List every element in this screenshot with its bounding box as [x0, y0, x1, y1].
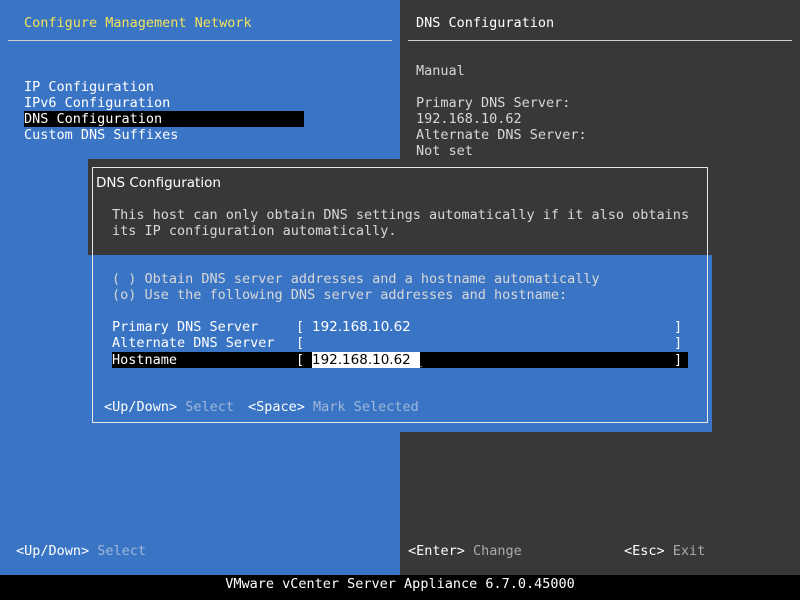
status-bar-text: VMware vCenter Server Appliance 6.7.0.45…: [225, 576, 575, 592]
change-action: Change: [473, 543, 522, 559]
select-action: Select: [97, 543, 147, 559]
alternate-dns-value: Not set: [416, 143, 473, 159]
left-panel-title: Configure Management Network: [24, 15, 252, 31]
left-footer-hint: <Up/Down> Select: [16, 543, 146, 559]
bracket-close: ]: [674, 319, 683, 335]
alternate-dns-label: Alternate DNS Server:: [416, 127, 587, 143]
alternate-dns-input[interactable]: [312, 335, 332, 351]
dialog-hint-mark: <Space> Mark Selected: [248, 399, 419, 415]
primary-dns-value: 192.168.10.62: [416, 111, 522, 127]
bracket-open: [: [296, 319, 305, 335]
dns-mode: Manual: [416, 63, 465, 79]
right-header-divider: [408, 40, 792, 41]
enter-change-hint[interactable]: <Enter> Change: [408, 543, 522, 559]
text-cursor: _: [414, 352, 423, 368]
menu-item-ipv6-configuration[interactable]: IPv6 Configuration: [24, 95, 304, 111]
dialog-description-line1: This host can only obtain DNS settings a…: [112, 207, 690, 223]
hostname-input[interactable]: 192.168.10.62: [312, 352, 411, 368]
primary-dns-field-label: Primary DNS Server: [112, 319, 259, 335]
bracket-open: [: [296, 335, 305, 351]
enter-key: <Enter>: [408, 543, 465, 559]
esc-exit-hint[interactable]: <Esc> Exit: [624, 543, 705, 559]
bracket-open: [: [296, 352, 305, 368]
menu-item-custom-dns-suffixes[interactable]: Custom DNS Suffixes: [24, 127, 304, 143]
dialog-hint-select: <Up/Down> Select: [104, 399, 234, 415]
radio-use-following[interactable]: (o) Use the following DNS server address…: [112, 287, 567, 303]
exit-action: Exit: [672, 543, 706, 559]
menu-item-ip-configuration[interactable]: IP Configuration: [24, 79, 304, 95]
left-header-divider: [8, 40, 392, 41]
dialog-title: DNS Configuration: [96, 175, 221, 191]
mark-selected-action: Mark Selected: [313, 399, 419, 415]
bracket-close: ]: [674, 352, 683, 368]
primary-dns-label: Primary DNS Server:: [416, 95, 571, 111]
hostname-field-label: Hostname: [112, 352, 178, 368]
alternate-dns-field-label: Alternate DNS Server: [112, 335, 275, 351]
menu-item-dns-configuration[interactable]: DNS Configuration: [24, 111, 304, 127]
select-action: Select: [185, 399, 235, 415]
up-down-key: <Up/Down>: [104, 399, 178, 415]
space-key: <Space>: [248, 399, 305, 415]
up-down-key: <Up/Down>: [16, 543, 90, 559]
primary-dns-input[interactable]: 192.168.10.62: [312, 319, 411, 335]
right-panel-title: DNS Configuration: [416, 15, 555, 31]
bracket-close: ]: [674, 335, 683, 351]
radio-obtain-automatically[interactable]: ( ) Obtain DNS server addresses and a ho…: [112, 271, 600, 287]
dialog-description-line2: its IP configuration automatically.: [112, 223, 397, 239]
esc-key: <Esc>: [624, 543, 665, 559]
